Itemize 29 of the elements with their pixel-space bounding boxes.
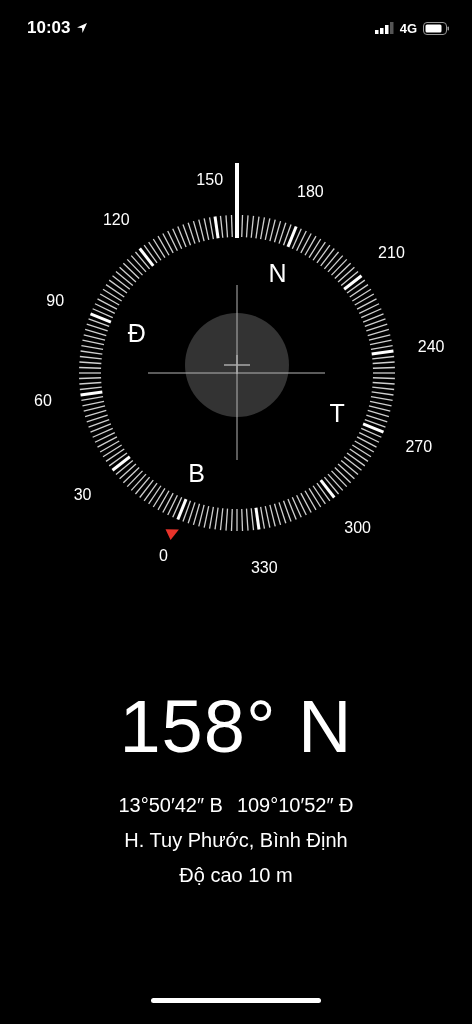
location-arrow-icon <box>76 22 89 34</box>
degree-label: 180 <box>297 183 324 201</box>
altitude-text: Độ cao 10 m <box>179 864 293 887</box>
signal-icon <box>374 22 394 34</box>
network-type: 4G <box>399 20 417 36</box>
degree-label: 240 <box>417 337 445 355</box>
degree-label: 270 <box>405 438 433 456</box>
degree-label: 120 <box>103 210 130 228</box>
coordinate-text: 13°50′42″ B <box>118 794 223 817</box>
cardinal-label: B <box>188 459 205 488</box>
cardinal-label: N <box>268 258 287 287</box>
level-cross-icon <box>223 354 251 375</box>
degree-label: 90 <box>46 291 65 309</box>
cardinal-label: Đ <box>127 318 146 347</box>
cardinal-label: T <box>329 399 345 428</box>
degree-label: 30 <box>73 485 92 503</box>
clock-time: 10:03 <box>27 18 71 38</box>
degree-label: 300 <box>344 519 371 537</box>
degree-label: 60 <box>34 392 52 410</box>
battery-icon <box>423 21 450 35</box>
north-pointer-icon <box>165 529 179 541</box>
degree-label: 330 <box>250 559 278 577</box>
degree-label: 210 <box>378 244 405 262</box>
degree-label: 0 <box>159 546 169 564</box>
place-name: H. Tuy Phước, Bình Định <box>124 829 348 852</box>
degree-label: 150 <box>196 170 224 188</box>
coordinate-text: 109°10′52″ Đ <box>236 794 354 817</box>
heading-reading: 158° N <box>119 690 353 764</box>
home-indicator[interactable] <box>151 998 321 1003</box>
